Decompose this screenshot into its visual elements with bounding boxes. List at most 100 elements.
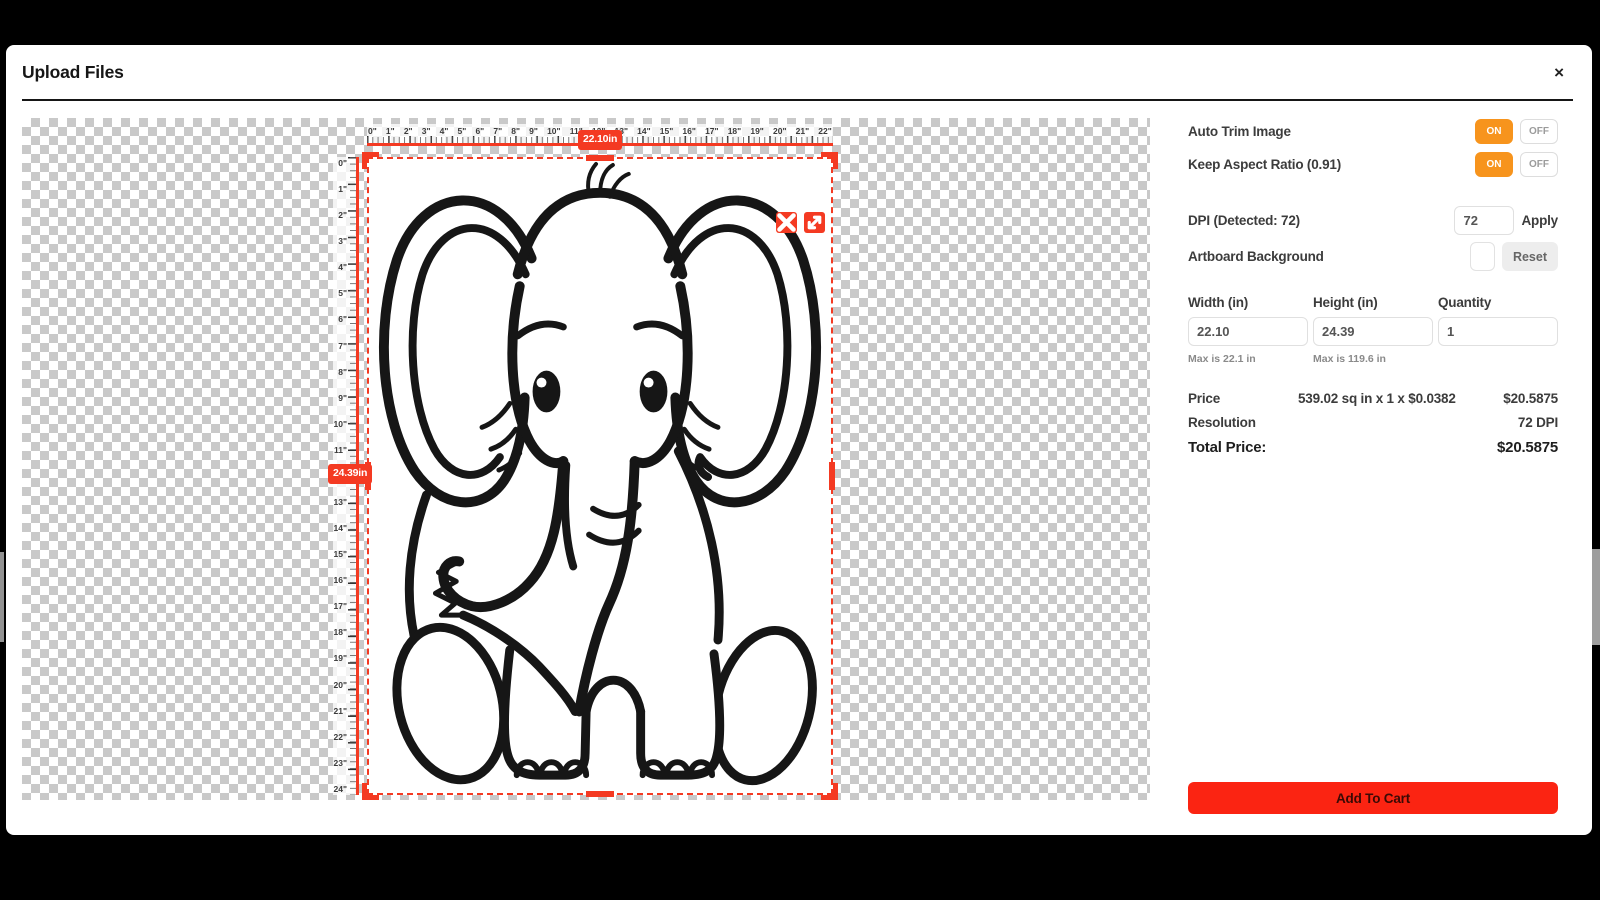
ruler-label: 0" — [368, 126, 377, 136]
ruler-label: 2" — [404, 126, 413, 136]
height-input[interactable] — [1313, 317, 1433, 346]
auto-trim-label: Auto Trim Image — [1188, 124, 1291, 139]
selection-handle-top-right[interactable] — [821, 152, 838, 169]
height-field-group: Height (in) Max is 119.6 in — [1313, 295, 1433, 365]
close-icon[interactable]: × — [1554, 64, 1564, 81]
dpi-apply-button[interactable]: Apply — [1521, 213, 1558, 228]
ruler-label: 9" — [529, 126, 538, 136]
ruler-label: 8" — [338, 367, 347, 377]
ruler-label: 7" — [338, 341, 347, 351]
ruler-label: 10" — [547, 126, 561, 136]
ruler-label: 21" — [796, 126, 810, 136]
remove-image-button[interactable] — [776, 212, 797, 233]
ruler-label: 15" — [334, 549, 348, 559]
ruler-label: 22" — [334, 732, 348, 742]
height-label: Height (in) — [1313, 295, 1433, 310]
ruler-label: 2" — [338, 210, 347, 220]
aspect-ratio-label: Keep Aspect Ratio (0.91) — [1188, 157, 1341, 172]
quantity-field-group: Quantity — [1438, 295, 1558, 365]
ruler-label: 21" — [334, 706, 348, 716]
dpi-label: DPI (Detected: 72) — [1188, 213, 1300, 228]
price-row: Price 539.02 sq in x 1 x $0.0382 $20.587… — [1188, 391, 1558, 406]
auto-trim-on-button[interactable]: ON — [1475, 119, 1513, 144]
settings-panel: Auto Trim Image ON OFF Keep Aspect Ratio… — [1188, 118, 1558, 814]
ruler-label: 10" — [334, 419, 348, 429]
selection-handle-top-center[interactable] — [586, 155, 614, 161]
ruler-label: 4" — [440, 126, 449, 136]
ruler-label: 18" — [334, 627, 348, 637]
close-x-icon — [776, 212, 797, 233]
ruler-label: 9" — [338, 393, 347, 403]
ruler-label: 22" — [818, 126, 832, 136]
total-price-row: Total Price: $20.5875 — [1188, 439, 1558, 456]
ruler-label: 3" — [422, 126, 431, 136]
selection-handle-bottom-left[interactable] — [362, 783, 379, 800]
aspect-ratio-row: Keep Aspect Ratio (0.91) ON OFF — [1188, 151, 1558, 177]
ruler-label: 1" — [386, 126, 395, 136]
resolution-row: Resolution 72 DPI — [1188, 415, 1558, 430]
selection-handle-right-middle[interactable] — [829, 462, 835, 490]
aspect-ratio-off-button[interactable]: OFF — [1520, 152, 1558, 177]
elephant-line-art-image — [369, 159, 831, 793]
artboard-selection[interactable] — [367, 157, 833, 795]
ruler-label: 17" — [334, 601, 348, 611]
size-inputs-row: Width (in) Max is 22.1 in Height (in) Ma… — [1188, 295, 1558, 365]
quantity-label: Quantity — [1438, 295, 1558, 310]
ruler-label: 20" — [773, 126, 787, 136]
ruler-label: 24" — [334, 784, 348, 794]
artboard-background-reset-button[interactable]: Reset — [1502, 242, 1558, 271]
ruler-label: 14" — [334, 523, 348, 533]
add-to-cart-button[interactable]: Add To Cart — [1188, 782, 1558, 814]
selection-handle-bottom-right[interactable] — [821, 783, 838, 800]
ruler-label: 13" — [334, 497, 348, 507]
resolution-value: 72 DPI — [1518, 415, 1558, 430]
artboard-background-row: Artboard Background Reset — [1188, 242, 1558, 271]
total-price-label: Total Price: — [1188, 439, 1298, 456]
resize-image-button[interactable] — [804, 212, 825, 233]
ruler-label: 15" — [660, 126, 674, 136]
page-scrollbar-left-thumb[interactable] — [0, 552, 4, 642]
width-field-group: Width (in) Max is 22.1 in — [1188, 295, 1308, 365]
quantity-input[interactable] — [1438, 317, 1558, 346]
ruler-label: 1" — [338, 184, 347, 194]
price-label: Price — [1188, 391, 1298, 406]
ruler-label: 7" — [493, 126, 502, 136]
artboard-background-swatch[interactable] — [1470, 242, 1495, 271]
selection-handle-top-left[interactable] — [362, 152, 379, 169]
aspect-ratio-on-button[interactable]: ON — [1475, 152, 1513, 177]
artwork-canvas: 0"1"2"3"4"5"6"7"8"9"10"11"12"13"14"15"16… — [22, 118, 1150, 800]
dpi-input[interactable] — [1454, 206, 1514, 235]
width-input[interactable] — [1188, 317, 1308, 346]
ruler-label: 19" — [750, 126, 764, 136]
width-label: Width (in) — [1188, 295, 1308, 310]
auto-trim-off-button[interactable]: OFF — [1520, 119, 1558, 144]
modal-title: Upload Files — [22, 62, 124, 83]
upload-files-modal: Upload Files × 0"1"2"3"4"5"6"7"8"9"10"11… — [6, 45, 1592, 835]
dpi-row: DPI (Detected: 72) Apply — [1188, 206, 1558, 235]
ruler-label: 17" — [705, 126, 719, 136]
ruler-label: 20" — [334, 680, 348, 690]
selection-width-badge: 22.10in — [578, 130, 622, 150]
ruler-label: 16" — [334, 575, 348, 585]
price-formula: 539.02 sq in x 1 x $0.0382 — [1298, 391, 1503, 406]
ruler-label: 0" — [338, 158, 347, 168]
ruler-label: 23" — [334, 758, 348, 768]
auto-trim-row: Auto Trim Image ON OFF — [1188, 118, 1558, 144]
ruler-label: 6" — [338, 314, 347, 324]
ruler-label: 3" — [338, 236, 347, 246]
page-scrollbar-right-thumb[interactable] — [1592, 549, 1600, 645]
ruler-label: 6" — [475, 126, 484, 136]
price-value: $20.5875 — [1503, 391, 1558, 406]
resolution-label: Resolution — [1188, 415, 1298, 430]
selection-handle-bottom-center[interactable] — [586, 791, 614, 797]
expand-arrows-icon — [804, 212, 825, 233]
width-max-helper: Max is 22.1 in — [1188, 353, 1308, 365]
ruler-label: 8" — [511, 126, 520, 136]
ruler-label: 18" — [728, 126, 742, 136]
selection-height-badge: 24.39in — [328, 464, 372, 484]
height-max-helper: Max is 119.6 in — [1313, 353, 1433, 365]
ruler-label: 19" — [334, 653, 348, 663]
modal-header: Upload Files × — [6, 45, 1592, 99]
ruler-label: 5" — [458, 126, 467, 136]
ruler-label: 14" — [637, 126, 651, 136]
